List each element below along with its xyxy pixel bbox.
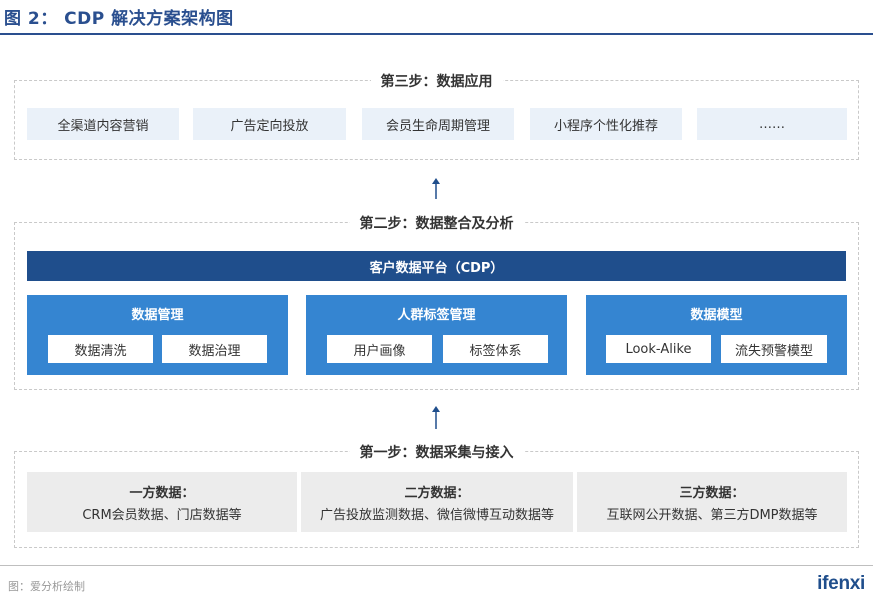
source-first-party: 一方数据： CRM会员数据、门店数据等 xyxy=(27,472,297,532)
cdp-platform-bar: 客户数据平台（CDP） xyxy=(27,251,846,281)
source-title: 一方数据： xyxy=(129,486,195,501)
module-title: 数据管理 xyxy=(131,308,184,323)
source-note: 图：爱分析绘制 xyxy=(8,580,85,593)
module-data-management: 数据管理 数据清洗 数据治理 xyxy=(27,295,288,375)
app-item-more: …… xyxy=(697,108,847,140)
module-item-tag-system: 标签体系 xyxy=(443,335,548,363)
module-audience-tagging: 人群标签管理 用户画像 标签体系 xyxy=(306,295,567,375)
source-third-party: 三方数据： 互联网公开数据、第三方DMP数据等 xyxy=(577,472,847,532)
module-data-models: 数据模型 Look-Alike 流失预警模型 xyxy=(586,295,847,375)
arrow-up-icon xyxy=(432,178,440,199)
source-description: CRM会员数据、门店数据等 xyxy=(82,508,242,523)
module-title: 数据模型 xyxy=(690,308,743,323)
source-title: 三方数据： xyxy=(679,486,745,501)
step3-label: 第三步：数据应用 xyxy=(0,71,873,91)
arrow-up-icon xyxy=(432,406,440,429)
module-title: 人群标签管理 xyxy=(397,308,476,323)
module-item-look-alike: Look-Alike xyxy=(606,335,711,363)
module-item-data-governance: 数据治理 xyxy=(162,335,267,363)
source-description: 广告投放监测数据、微信微博互动数据等 xyxy=(319,508,554,523)
module-item-user-profile: 用户画像 xyxy=(327,335,432,363)
ifenxi-logo: ifenxi xyxy=(817,573,865,594)
header-divider xyxy=(0,33,873,35)
step1-label: 第一步：数据采集与接入 xyxy=(0,442,873,462)
module-item-churn-model: 流失预警模型 xyxy=(721,335,827,363)
step2-label: 第二步：数据整合及分析 xyxy=(0,213,873,233)
app-item-miniprogram-recommend: 小程序个性化推荐 xyxy=(530,108,682,140)
figure-title: 图 2： CDP 解决方案架构图 xyxy=(4,9,234,29)
app-item-ad-targeting: 广告定向投放 xyxy=(193,108,346,140)
app-item-member-lifecycle: 会员生命周期管理 xyxy=(362,108,514,140)
footer-divider xyxy=(0,565,873,566)
source-second-party: 二方数据： 广告投放监测数据、微信微博互动数据等 xyxy=(301,472,573,532)
source-description: 互联网公开数据、第三方DMP数据等 xyxy=(606,508,818,523)
app-item-content-marketing: 全渠道内容营销 xyxy=(27,108,179,140)
source-title: 二方数据： xyxy=(404,486,470,501)
module-item-data-cleaning: 数据清洗 xyxy=(48,335,153,363)
